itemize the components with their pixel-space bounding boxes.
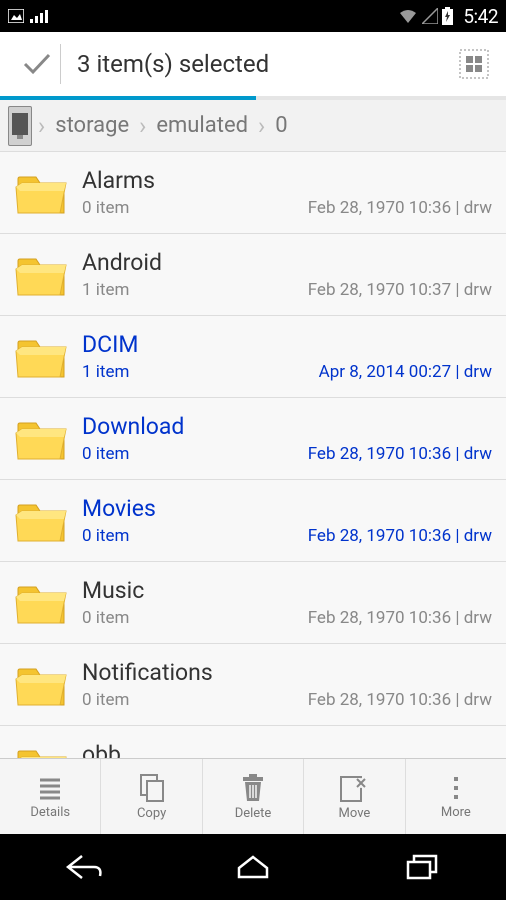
more-icon (451, 774, 461, 802)
file-date: Feb 28, 1970 10:36 | drw (308, 526, 492, 546)
file-row[interactable]: Alarms 0 item Feb 28, 1970 10:36 | drw (0, 152, 506, 234)
file-date: Apr 8, 2014 00:27 | drw (319, 362, 492, 382)
file-info: Music 0 item Feb 28, 1970 10:36 | drw (82, 577, 492, 628)
file-name: Android (82, 249, 162, 276)
file-row[interactable]: Music 0 item Feb 28, 1970 10:36 | drw (0, 562, 506, 644)
folder-icon (14, 415, 68, 463)
folder-icon (14, 169, 68, 217)
file-row[interactable]: obb0 itemFeb 28, 1970 10:35 | drw (0, 726, 506, 758)
device-icon[interactable] (8, 106, 32, 146)
delete-icon (240, 773, 266, 803)
breadcrumb-item[interactable]: emulated (148, 113, 256, 138)
file-date: Feb 28, 1970 10:36 | drw (308, 198, 492, 218)
image-icon (8, 9, 24, 23)
wifi-icon (398, 8, 418, 24)
details-icon (36, 774, 64, 802)
toolbar-label: Details (30, 805, 70, 820)
toolbar-label: Delete (235, 806, 272, 821)
copy-button[interactable]: Copy (101, 759, 202, 834)
file-name: obb (82, 741, 121, 758)
file-date: Feb 28, 1970 10:37 | drw (308, 280, 492, 300)
signal-icon (422, 8, 438, 24)
folder-icon (14, 497, 68, 545)
file-meta: 0 item (82, 690, 129, 710)
file-info: Android 1 item Feb 28, 1970 10:37 | drw (82, 249, 492, 300)
file-row[interactable]: Notifications 0 item Feb 28, 1970 10:36 | … (0, 644, 506, 726)
recent-button[interactable] (382, 847, 462, 887)
app-bar: 3 item(s) selected (0, 32, 506, 96)
folder-icon (14, 333, 68, 381)
file-info: Notifications 0 item Feb 28, 1970 10:36 | … (82, 659, 492, 710)
divider (60, 44, 61, 84)
delete-button[interactable]: Delete (203, 759, 304, 834)
breadcrumb: › storage › emulated › 0 (0, 100, 506, 152)
file-list[interactable]: Alarms 0 item Feb 28, 1970 10:36 | drw Andr… (0, 152, 506, 758)
file-info: Download 0 item Feb 28, 1970 10:36 | drw (82, 413, 492, 464)
back-button[interactable] (44, 847, 124, 887)
file-meta: 0 item (82, 198, 129, 218)
selection-title: 3 item(s) selected (67, 50, 454, 78)
file-info: DCIM 1 item Apr 8, 2014 00:27 | drw (82, 331, 492, 382)
file-date: Feb 28, 1970 10:36 | drw (308, 444, 492, 464)
file-row[interactable]: Android 1 item Feb 28, 1970 10:37 | drw (0, 234, 506, 316)
file-row[interactable]: DCIM 1 item Apr 8, 2014 00:27 | drw (0, 316, 506, 398)
file-date: Feb 28, 1970 10:36 | drw (308, 690, 492, 710)
folder-icon (14, 579, 68, 627)
home-button[interactable] (213, 847, 293, 887)
status-bar: 5:42 (0, 0, 506, 32)
chevron-icon: › (38, 112, 45, 140)
file-info: Movies 0 item Feb 28, 1970 10:36 | drw (82, 495, 492, 546)
folder-icon (14, 743, 68, 759)
more-button[interactable]: More (406, 759, 506, 834)
file-meta: 1 item (82, 362, 129, 382)
toolbar-label: Copy (137, 806, 166, 821)
nav-bar (0, 834, 506, 900)
breadcrumb-item[interactable]: storage (47, 113, 137, 138)
select-all-button[interactable] (454, 44, 494, 84)
file-info: Alarms 0 item Feb 28, 1970 10:36 | drw (82, 167, 492, 218)
file-name: Notifications (82, 659, 213, 686)
chevron-icon: › (139, 112, 146, 140)
move-button[interactable]: Move (304, 759, 405, 834)
bottom-toolbar: Details Copy Delete Move More (0, 758, 506, 834)
details-button[interactable]: Details (0, 759, 101, 834)
file-info: obb0 itemFeb 28, 1970 10:35 | drw (82, 741, 492, 758)
file-name: DCIM (82, 331, 138, 358)
toolbar-label: Move (339, 806, 371, 821)
folder-icon (14, 661, 68, 709)
file-name: Alarms (82, 167, 155, 194)
battery-icon (442, 7, 453, 25)
file-date: Feb 28, 1970 10:36 | drw (308, 608, 492, 628)
file-name: Music (82, 577, 144, 604)
done-button[interactable] (12, 40, 60, 88)
file-name: Movies (82, 495, 156, 522)
file-meta: 0 item (82, 444, 129, 464)
chevron-icon: › (258, 112, 265, 140)
file-meta: 1 item (82, 280, 129, 300)
file-meta: 0 item (82, 608, 129, 628)
status-time: 5:42 (463, 5, 498, 28)
file-row[interactable]: Download 0 item Feb 28, 1970 10:36 | drw (0, 398, 506, 480)
folder-icon (14, 251, 68, 299)
move-icon (339, 773, 369, 803)
file-name: Download (82, 413, 184, 440)
file-row[interactable]: Movies 0 item Feb 28, 1970 10:36 | drw (0, 480, 506, 562)
bars-icon (30, 9, 48, 23)
breadcrumb-item[interactable]: 0 (267, 113, 295, 138)
file-meta: 0 item (82, 526, 129, 546)
copy-icon (138, 773, 166, 803)
toolbar-label: More (441, 805, 471, 820)
